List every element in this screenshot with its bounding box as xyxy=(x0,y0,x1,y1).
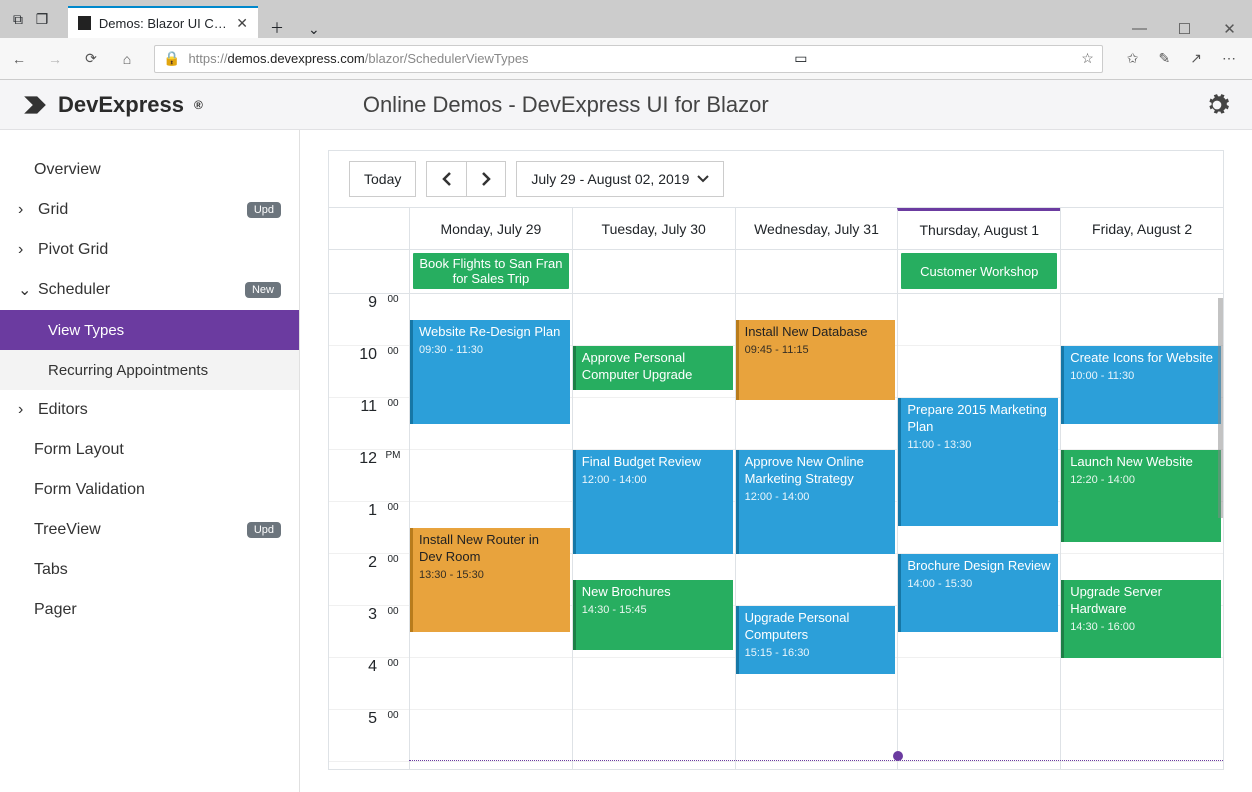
day-header[interactable]: Friday, August 2 xyxy=(1060,208,1223,249)
calendar-event[interactable]: Create Icons for Website10:00 - 11:30 xyxy=(1061,346,1221,424)
calendar-event[interactable]: Approve New Online Marketing Strategy12:… xyxy=(736,450,896,554)
nav-scheduler[interactable]: ⌄SchedulerNew xyxy=(0,270,299,310)
more-icon[interactable]: ⋯ xyxy=(1222,50,1236,67)
day-column[interactable]: Approve Personal Computer Upgrade Final B… xyxy=(572,294,735,769)
scrollbar[interactable] xyxy=(1218,298,1223,518)
day-header[interactable]: Monday, July 29 xyxy=(409,208,572,249)
prev-button[interactable] xyxy=(426,161,466,197)
time-label: 100 xyxy=(329,502,409,554)
calendar-event[interactable]: Launch New Website12:20 - 14:00 xyxy=(1061,450,1221,542)
tab-title: Demos: Blazor UI Comp xyxy=(99,16,228,31)
allday-event[interactable]: Book Flights to San Fran for Sales Trip xyxy=(413,253,569,289)
day-column[interactable]: Prepare 2015 Marketing Plan11:00 - 13:30… xyxy=(897,294,1060,769)
nav-form-layout[interactable]: Form Layout xyxy=(0,430,299,470)
refresh-button[interactable]: ⟳ xyxy=(82,50,100,68)
notes-icon[interactable]: ✎ xyxy=(1159,50,1171,67)
scheduler-grid[interactable]: Monday, July 29Tuesday, July 30Wednesday… xyxy=(329,207,1223,769)
nav-overview[interactable]: Overview xyxy=(0,150,299,190)
calendar-event[interactable]: Brochure Design Review14:00 - 15:30 xyxy=(898,554,1058,632)
time-label: 500 xyxy=(329,710,409,762)
allday-cell[interactable] xyxy=(1060,250,1223,293)
nav-editors[interactable]: ›Editors xyxy=(0,390,299,430)
time-label: 900 xyxy=(329,294,409,346)
nav-form-validation[interactable]: Form Validation xyxy=(0,470,299,510)
time-label: 300 xyxy=(329,606,409,658)
url-input[interactable]: 🔒 https://demos.devexpress.com/blazor/Sc… xyxy=(154,45,1103,73)
calendar-event[interactable]: Install New Database09:45 - 11:15 xyxy=(736,320,896,400)
back-button[interactable]: ← xyxy=(10,50,28,68)
allday-cell[interactable] xyxy=(572,250,735,293)
titlebar: ⧉ ❐ Demos: Blazor UI Comp ✕ ＋ ⌄ — ☐ ✕ xyxy=(0,0,1252,38)
allday-cell[interactable]: Customer Workshop xyxy=(897,250,1060,293)
time-label: 200 xyxy=(329,554,409,606)
allday-cell[interactable] xyxy=(735,250,898,293)
tabs-preview-icon[interactable]: ❐ xyxy=(32,9,52,29)
nav-tabs[interactable]: Tabs xyxy=(0,550,299,590)
calendar-event[interactable]: Install New Router in Dev Room13:30 - 15… xyxy=(410,528,570,632)
next-button[interactable] xyxy=(466,161,506,197)
day-column[interactable]: Create Icons for Website10:00 - 11:30 Lau… xyxy=(1060,294,1223,769)
address-bar: ← → ⟳ ⌂ 🔒 https://demos.devexpress.com/b… xyxy=(0,38,1252,80)
minimize-button[interactable]: — xyxy=(1117,20,1162,37)
maximize-button[interactable]: ☐ xyxy=(1162,20,1207,38)
calendar-event[interactable]: Upgrade Server Hardware14:30 - 16:00 xyxy=(1061,580,1221,658)
calendar-event[interactable]: Final Budget Review12:00 - 14:00 xyxy=(573,450,733,554)
page-title: Online Demos - DevExpress UI for Blazor xyxy=(363,92,769,118)
calendar-event[interactable]: Upgrade Personal Computers15:15 - 16:30 xyxy=(736,606,896,674)
calendar-event[interactable]: Approve Personal Computer Upgrade xyxy=(573,346,733,390)
favorite-button[interactable]: ☆ xyxy=(1081,50,1094,67)
tabs-aside-icon[interactable]: ⧉ xyxy=(8,9,28,29)
nav-treeview[interactable]: TreeViewUpd xyxy=(0,510,299,550)
nav-pager[interactable]: Pager xyxy=(0,590,299,630)
brand-logo[interactable]: DevExpress® xyxy=(22,92,203,118)
home-button[interactable]: ⌂ xyxy=(118,50,136,68)
close-tab-icon[interactable]: ✕ xyxy=(236,15,248,32)
day-column[interactable]: Website Re-Design Plan09:30 - 11:30 Insta… xyxy=(409,294,572,769)
time-label: 1000 xyxy=(329,346,409,398)
time-label: 1100 xyxy=(329,398,409,450)
today-button[interactable]: Today xyxy=(349,161,416,197)
nav-view-types[interactable]: View Types xyxy=(0,310,299,350)
share-icon[interactable]: ↗ xyxy=(1190,50,1202,67)
day-header[interactable]: Thursday, August 1 xyxy=(897,208,1060,249)
scheduler-card: Today July 29 - August 02, 2019 Monday, … xyxy=(328,150,1224,770)
nav-pivot-grid[interactable]: ›Pivot Grid xyxy=(0,230,299,270)
day-header[interactable]: Wednesday, July 31 xyxy=(735,208,898,249)
nav-grid[interactable]: ›GridUpd xyxy=(0,190,299,230)
calendar-event[interactable]: New Brochures14:30 - 15:45 xyxy=(573,580,733,650)
lock-icon: 🔒 xyxy=(163,50,180,67)
close-window-button[interactable]: ✕ xyxy=(1207,20,1252,38)
favorites-icon[interactable]: ✩ xyxy=(1127,50,1139,67)
devexpress-logo-icon xyxy=(22,92,48,118)
calendar-event[interactable]: Website Re-Design Plan09:30 - 11:30 xyxy=(410,320,570,424)
new-tab-button[interactable]: ＋ xyxy=(258,18,296,38)
time-label: 12PM xyxy=(329,450,409,502)
settings-icon[interactable] xyxy=(1204,92,1230,118)
allday-cell[interactable]: Book Flights to San Fran for Sales Trip xyxy=(409,250,572,293)
date-range-dropdown[interactable]: July 29 - August 02, 2019 xyxy=(516,161,724,197)
scheduler-toolbar: Today July 29 - August 02, 2019 xyxy=(329,151,1223,207)
forward-button: → xyxy=(46,50,64,68)
sidebar: Overview ›GridUpd ›Pivot Grid ⌄Scheduler… xyxy=(0,130,300,792)
reading-view-icon[interactable]: ▭ xyxy=(794,50,807,67)
day-column[interactable]: Install New Database09:45 - 11:15 Approve… xyxy=(735,294,898,769)
chevron-down-icon xyxy=(697,175,709,183)
page-header: DevExpress® Online Demos - DevExpress UI… xyxy=(0,80,1252,130)
day-header[interactable]: Tuesday, July 30 xyxy=(572,208,735,249)
calendar-event[interactable]: Prepare 2015 Marketing Plan11:00 - 13:30 xyxy=(898,398,1058,526)
time-label: 400 xyxy=(329,658,409,710)
tabs-chevron-icon[interactable]: ⌄ xyxy=(296,21,332,38)
url-text: https://demos.devexpress.com/blazor/Sche… xyxy=(188,51,528,66)
nav-recurring[interactable]: Recurring Appointments xyxy=(0,350,299,390)
browser-tab[interactable]: Demos: Blazor UI Comp ✕ xyxy=(68,6,258,38)
allday-event[interactable]: Customer Workshop xyxy=(901,253,1057,289)
